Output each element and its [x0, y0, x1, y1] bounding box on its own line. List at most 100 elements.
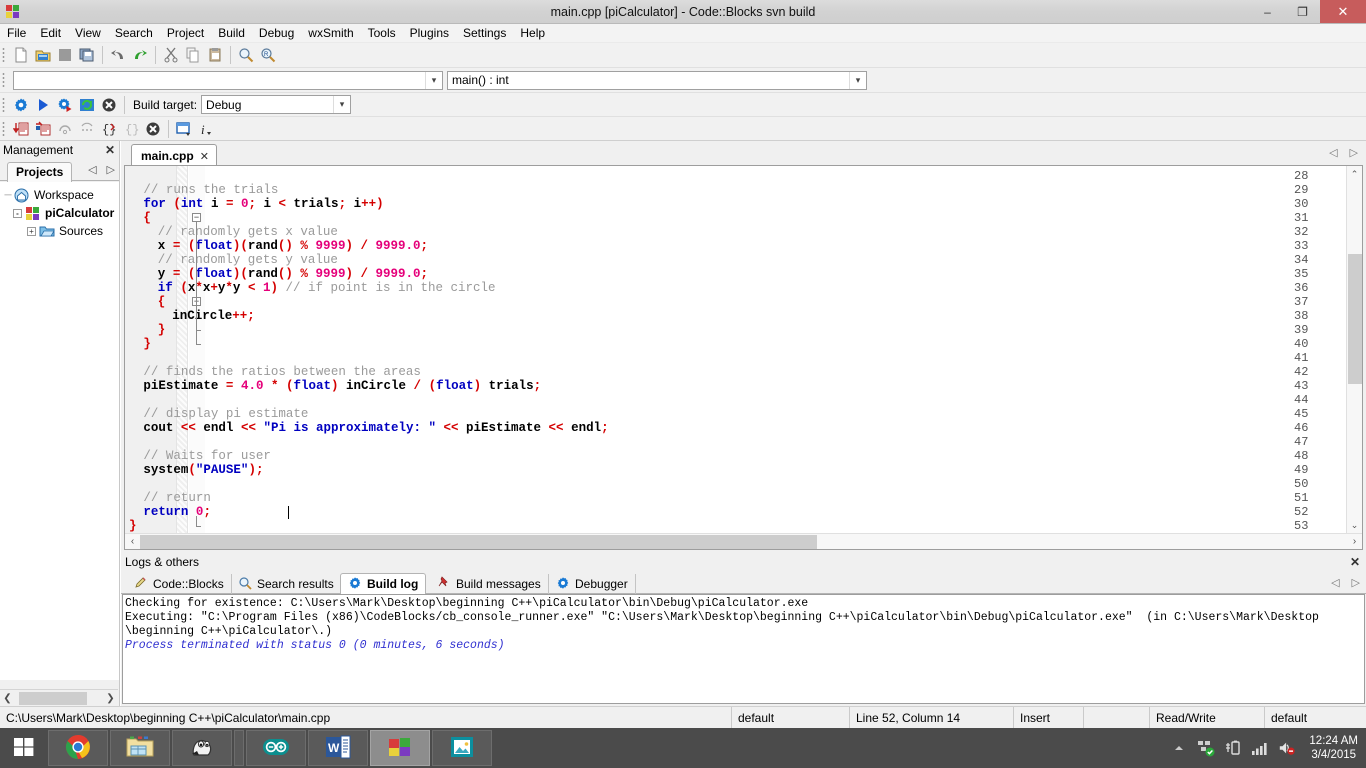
hscroll-thumb[interactable] [140, 535, 817, 549]
code-line[interactable]: } [129, 519, 137, 533]
taskbar-item-chrome[interactable] [48, 730, 108, 766]
close-button[interactable]: ✕ [1320, 0, 1366, 23]
editor-vscrollbar[interactable]: ⌃ ⌄ [1346, 166, 1362, 533]
menu-tools[interactable]: Tools [361, 24, 403, 43]
build-button[interactable] [10, 94, 32, 116]
build-log-output[interactable]: Checking for existence: C:\Users\Mark\De… [122, 594, 1365, 704]
vscroll-thumb[interactable] [1348, 254, 1362, 384]
close-icon[interactable]: ✕ [200, 150, 209, 163]
code-line[interactable]: { [129, 295, 165, 309]
code-line[interactable]: piEstimate = 4.0 * (float) inCircle / (f… [129, 379, 541, 393]
menu-project[interactable]: Project [160, 24, 211, 43]
management-hscrollbar[interactable]: ❮ ❯ [0, 689, 118, 706]
next-line-button[interactable] [54, 118, 76, 140]
chevron-right-icon[interactable]: ▷ [107, 163, 115, 176]
battery-icon[interactable] [1224, 739, 1242, 757]
expand-expander[interactable]: + [27, 227, 36, 236]
code-line[interactable]: // finds the ratios between the areas [129, 365, 421, 379]
close-icon[interactable]: ✕ [1350, 555, 1360, 570]
debugging-windows-button[interactable] [173, 118, 195, 140]
code-line[interactable]: for (int i = 0; i < trials; i++) [129, 197, 384, 211]
menu-debug[interactable]: Debug [252, 24, 301, 43]
code-line[interactable]: system("PAUSE"); [129, 463, 263, 477]
marker-gutter[interactable] [177, 166, 188, 533]
minimize-button[interactable]: – [1250, 0, 1285, 23]
code-line[interactable]: if (x*x+y*y < 1) // if point is in the c… [129, 281, 496, 295]
close-icon[interactable]: ✕ [105, 143, 115, 158]
editor-hscrollbar[interactable]: ‹ › [125, 533, 1362, 549]
code-line[interactable]: // Waits for user [129, 449, 271, 463]
chevron-down-icon[interactable]: ▾ [849, 72, 866, 89]
build-and-run-button[interactable] [54, 94, 76, 116]
scope-combo[interactable]: ▾ [13, 71, 443, 90]
build-target-combo[interactable]: Debug ▾ [201, 95, 351, 114]
collapse-expander[interactable]: - [13, 209, 22, 218]
code-line[interactable]: inCircle++; [129, 309, 255, 323]
debug-continue-button[interactable] [10, 118, 32, 140]
abort-build-button[interactable] [98, 94, 120, 116]
code-line[interactable]: y = (float)(rand() % 9999) / 9999.0; [129, 267, 428, 281]
tree-node-sources[interactable]: + Sources [0, 222, 119, 240]
copy-button[interactable] [182, 44, 204, 66]
save-file-button[interactable] [54, 44, 76, 66]
chevron-right-icon[interactable]: ▷ [1350, 146, 1358, 159]
scroll-right-button[interactable]: › [1347, 534, 1362, 549]
menu-settings[interactable]: Settings [456, 24, 513, 43]
code-line[interactable]: // display pi estimate [129, 407, 308, 421]
cut-button[interactable] [160, 44, 182, 66]
code-line[interactable]: x = (float)(rand() % 9999) / 9999.0; [129, 239, 428, 253]
show-hidden-icons-icon[interactable] [1170, 739, 1188, 757]
run-button[interactable] [32, 94, 54, 116]
chevron-left-icon[interactable]: ◁ [1329, 146, 1337, 159]
toolbar-grip[interactable] [1, 46, 8, 64]
scroll-up-button[interactable]: ⌃ [1347, 166, 1362, 182]
run-to-cursor-button[interactable] [32, 118, 54, 140]
tab-build-messages[interactable]: Build messages [430, 574, 549, 594]
code-line[interactable]: // return [129, 491, 211, 505]
scroll-right-button[interactable]: ❯ [103, 691, 118, 706]
rebuild-button[interactable] [76, 94, 98, 116]
toolbar-grip[interactable] [1, 120, 8, 138]
step-out-button[interactable]: {} [120, 118, 142, 140]
code-line[interactable]: // randomly gets x value [129, 225, 338, 239]
code-line[interactable]: return 0; [129, 505, 211, 519]
chevron-left-icon[interactable]: ◁ [1331, 576, 1339, 589]
redo-button[interactable] [129, 44, 151, 66]
editor-tab-main-cpp[interactable]: main.cpp ✕ [131, 144, 217, 165]
scroll-thumb[interactable] [19, 692, 87, 705]
scroll-down-button[interactable]: ⌄ [1347, 517, 1362, 533]
find-button[interactable] [235, 44, 257, 66]
scroll-track[interactable] [15, 692, 103, 705]
taskbar-item-gimp[interactable] [172, 730, 232, 766]
scroll-left-button[interactable]: ‹ [125, 534, 140, 549]
chevron-down-icon[interactable]: ▾ [425, 72, 442, 89]
taskbar-clock[interactable]: 12:24 AM 3/4/2015 [1309, 734, 1358, 762]
taskbar-item-arduino[interactable] [246, 730, 306, 766]
menu-wxsmith[interactable]: wxSmith [301, 24, 360, 43]
code-canvas[interactable]: 2829// runs the trials30for (int i = 0; … [125, 166, 1346, 533]
code-line[interactable]: // runs the trials [129, 183, 278, 197]
new-file-button[interactable] [10, 44, 32, 66]
taskbar-item-file-explorer[interactable] [110, 730, 170, 766]
toolbar-grip[interactable] [1, 96, 8, 114]
menu-help[interactable]: Help [513, 24, 552, 43]
toolbar-grip[interactable] [1, 71, 8, 89]
wifi-signal-icon[interactable] [1251, 739, 1269, 757]
code-line[interactable]: } [129, 323, 165, 337]
taskbar-item-word[interactable]: W [308, 730, 368, 766]
menu-view[interactable]: View [68, 24, 108, 43]
chevron-left-icon[interactable]: ◁ [88, 163, 96, 176]
network-sharing-icon[interactable] [1197, 739, 1215, 757]
chevron-down-icon[interactable]: ▾ [333, 96, 350, 113]
code-line[interactable]: // randomly gets y value [129, 253, 338, 267]
replace-button[interactable]: R [257, 44, 279, 66]
project-tree[interactable]: ─ Workspace - [0, 182, 119, 680]
volume-muted-icon[interactable] [1278, 739, 1296, 757]
tab-search-results[interactable]: Search results [231, 574, 342, 594]
maximize-button[interactable]: ❐ [1285, 0, 1320, 23]
chevron-right-icon[interactable]: ▷ [1352, 576, 1360, 589]
code-line[interactable]: } [129, 337, 151, 351]
menu-plugins[interactable]: Plugins [403, 24, 456, 43]
tab-build-log[interactable]: Build log [340, 573, 426, 594]
tab-codeblocks[interactable]: Code::Blocks [127, 574, 232, 594]
